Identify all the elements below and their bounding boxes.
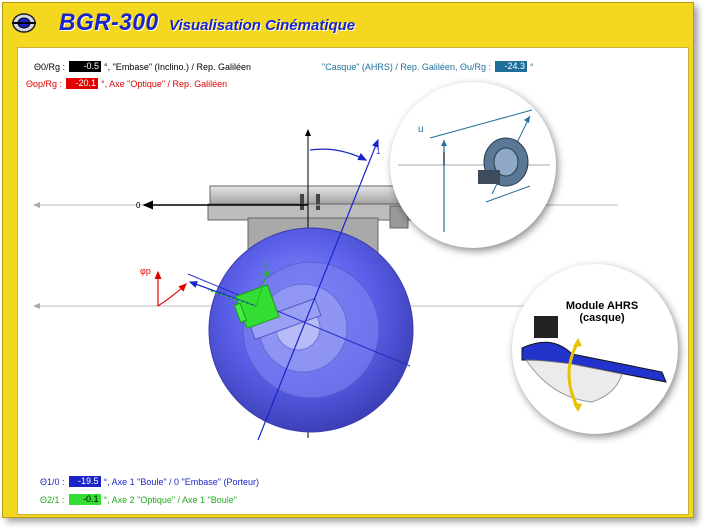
axis-1-label: 1 (376, 147, 381, 156)
thetau-readout: "Casque" (AHRS) / Rep. Galiléen, Θu/Rg :… (322, 61, 534, 72)
thetau-label: "Casque" (AHRS) / Rep. Galiléen, Θu/Rg : (322, 61, 491, 72)
theta0-desc: °, "Embase" (Inclino.) / Rep. Galiléen (104, 61, 252, 72)
theta10-label: Θ1/0 : (40, 476, 65, 487)
app-subtitle: Visualisation Cinématique (169, 17, 356, 34)
title-bar: BGR-300 Visualisation Cinématique (3, 3, 693, 43)
thetaop-label: Θop/Rg : (26, 78, 63, 89)
thetaop-value: -20.1 (66, 78, 99, 89)
theta21-readout: Θ2/1 : -0.1 °, Axe 2 "Optique" / Axe 1 "… (40, 494, 237, 505)
app-title: BGR-300 (59, 9, 159, 36)
theta21-value: -0.1 (68, 494, 101, 505)
theta10-readout: Θ1/0 : -19.5 °, Axe 1 "Boule" / 0 "Embas… (40, 476, 259, 487)
casque-drawing: u (398, 109, 550, 232)
glasses-drawing (521, 316, 667, 412)
module-title: Module AHRS (565, 300, 639, 312)
theta0-value: -0.5 (69, 61, 102, 72)
app-logo-icon (12, 13, 36, 33)
module-ahrs-bubble: Module AHRS (casque) (512, 264, 678, 434)
app-frame: BGR-300 Visualisation Cinématique 0 1 2 … (2, 2, 694, 518)
theta21-label: Θ2/1 : (40, 494, 65, 505)
axis-2-label: 2 (264, 260, 269, 269)
boule-sphere (208, 227, 414, 433)
module-ahrs-label: Module AHRS (casque) (542, 300, 662, 324)
thetaop-desc: °, Axe "Optique" / Rep. Galiléen (101, 78, 228, 89)
theta0-label: Θ0/Rg : (34, 61, 66, 72)
thetau-value: -24.3 (494, 61, 527, 72)
theta10-value: -19.5 (68, 476, 101, 487)
axis-u-label: u (418, 124, 424, 135)
axis-0-label: 0 (136, 201, 141, 210)
theta0-readout: Θ0/Rg : -0.5 °, "Embase" (Inclino.) / Re… (34, 61, 251, 72)
casque-view-bubble: u (390, 82, 556, 248)
module-subtitle: (casque) (579, 312, 625, 324)
theta10-desc: °, Axe 1 "Boule" / 0 "Embase" (Porteur) (103, 476, 259, 487)
axis-op-label: φp (140, 266, 151, 276)
thetau-unit: ° (529, 61, 534, 72)
thetaop-readout: Θop/Rg : -20.1 °, Axe "Optique" / Rep. G… (26, 78, 227, 89)
theta21-desc: °, Axe 2 "Optique" / Axe 1 "Boule" (103, 494, 237, 505)
